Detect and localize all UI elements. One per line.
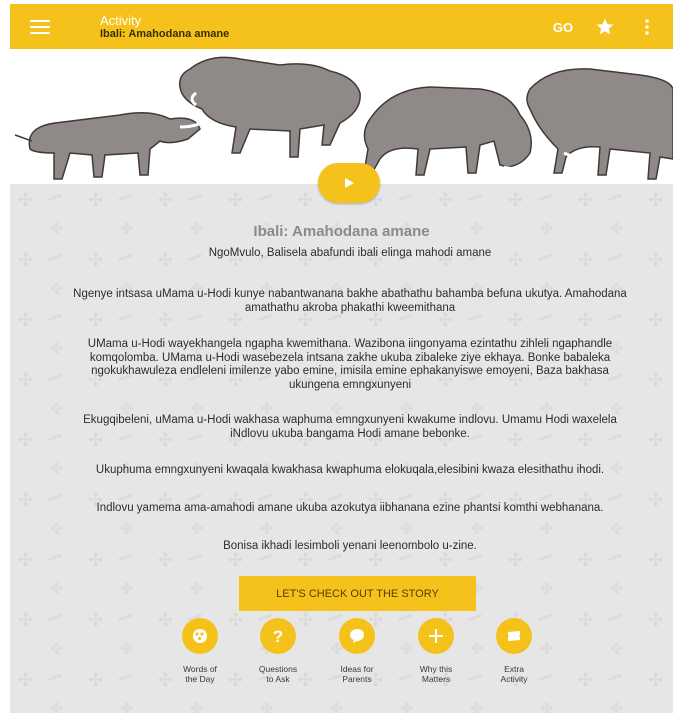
svg-text:?: ? — [273, 627, 283, 645]
questions-to-ask-button[interactable]: ? Questions to Ask — [248, 618, 308, 684]
story-paragraph: Ukuphuma emngxunyeni kwaqala kwakhasa kw… — [95, 464, 605, 476]
star-icon — [596, 18, 614, 34]
app-bar-title: Activity — [100, 12, 142, 28]
play-icon — [345, 178, 354, 188]
overflow-menu-button[interactable] — [633, 13, 661, 41]
favorite-button[interactable] — [591, 13, 619, 41]
plus-icon — [429, 629, 443, 643]
app-bar-subtitle: Ibali: Amahodana amane — [100, 27, 230, 40]
ticket-icon — [508, 631, 520, 641]
why-this-matters-button[interactable]: Why this Matters — [406, 618, 466, 684]
story-paragraph: Indlovu yamema ama-amahodi amane ukuba a… — [96, 502, 604, 514]
more-vert-icon — [645, 18, 649, 35]
app-bar-actions: GO — [549, 13, 673, 41]
words-icon — [193, 629, 207, 643]
content-panel: ✣ ✤ Ibali: Amahodana amane NgoMvulo, Bal… — [10, 184, 673, 713]
play-button[interactable] — [318, 163, 380, 203]
bottom-icon-bar: Words of the Day ? Questions to Ask Idea… — [170, 618, 532, 688]
questions-to-ask-label: Questions to Ask — [258, 664, 298, 684]
story-paragraph: UMama u-Hodi wayekhangela ngapha kwemith… — [87, 338, 613, 391]
hamburger-menu-icon — [30, 19, 50, 34]
ideas-for-parents-button[interactable]: Ideas for Parents — [327, 618, 387, 684]
go-icon: GO — [553, 20, 573, 34]
story-paragraph: Bonisa ikhadi lesimboli yenani leenombol… — [223, 540, 477, 552]
story-intro: NgoMvulo, Balisela abafundi ibali elinga… — [208, 247, 492, 259]
menu-button[interactable] — [10, 4, 70, 49]
story-title: Ibali: Amahodana amane — [253, 223, 430, 240]
go-button[interactable]: GO — [549, 13, 577, 41]
question-icon: ? — [273, 627, 283, 645]
why-this-matters-label: Why this Matters — [419, 664, 453, 684]
check-story-button[interactable]: LET'S CHECK OUT THE STORY — [239, 576, 476, 611]
ideas-for-parents-label: Ideas for Parents — [340, 664, 374, 684]
extra-activity-button[interactable]: Extra Activity — [484, 618, 544, 684]
extra-activity-label: Extra Activity — [500, 664, 528, 684]
story-paragraph: Ngenye intsasa uMama u-Hodi kunye nabant… — [73, 288, 627, 314]
app-bar-titles: Activity Ibali: Amahodana amane — [70, 13, 549, 41]
story-paragraph: Ekugqibeleni, uMama u-Hodi wakhasa waphu… — [83, 414, 617, 440]
words-of-the-day-button[interactable]: Words of the Day — [170, 618, 230, 684]
words-of-the-day-label: Words of the Day — [183, 664, 217, 684]
chat-icon — [350, 629, 364, 643]
go-icon-label: GO — [553, 20, 573, 34]
app-bar: Activity Ibali: Amahodana amane GO — [10, 4, 673, 49]
